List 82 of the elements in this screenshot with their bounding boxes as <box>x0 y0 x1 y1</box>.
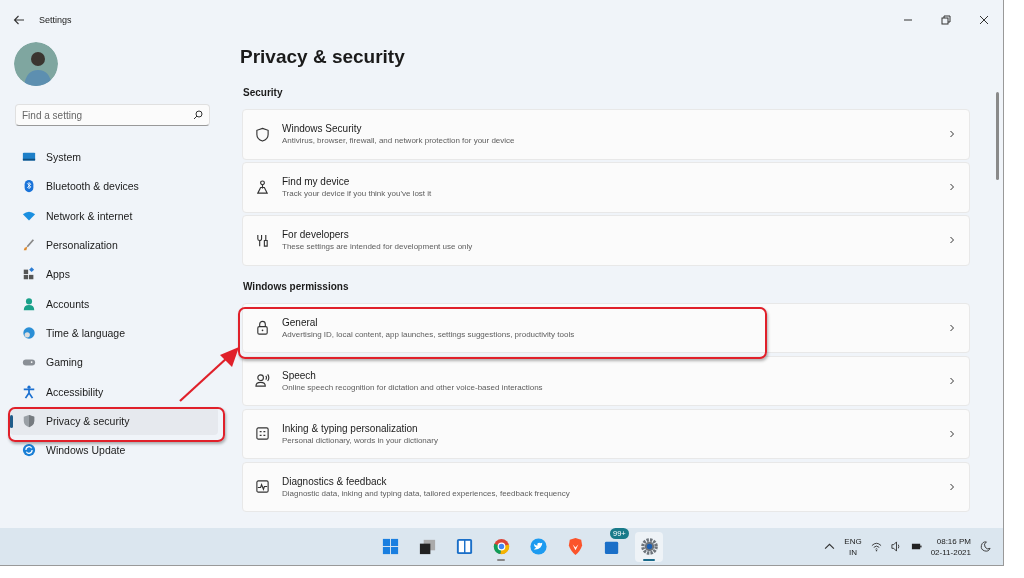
pulse-icon <box>255 479 270 495</box>
card-title: Diagnostics & feedback <box>282 475 388 487</box>
card-description: Personal dictionary, words in your dictionary <box>282 435 439 445</box>
settings-card[interactable]: Diagnostics & feedback Diagnostic data, inking and typing data, tailored experiences, feedback frequency <box>242 461 970 512</box>
wifi-icon[interactable] <box>870 541 882 552</box>
accessibility-icon <box>22 384 36 399</box>
avatar[interactable] <box>14 42 58 86</box>
card-title: Speech <box>282 369 317 381</box>
widgets-icon <box>454 537 474 556</box>
settings-card[interactable]: General Advertising ID, local content, app launches, settings suggestions, productivity tools <box>242 302 970 353</box>
chevron-up-icon[interactable] <box>824 541 836 552</box>
settings-icon <box>639 537 659 556</box>
shield-icon <box>255 126 270 142</box>
sidebar-item[interactable]: Privacy & security <box>10 406 218 435</box>
language-indicator[interactable]: ENG <box>844 536 862 546</box>
speaker-icon[interactable] <box>890 541 902 552</box>
accounts-icon <box>22 296 36 311</box>
battery-icon[interactable] <box>910 541 922 552</box>
sidebar-item[interactable]: System <box>10 143 218 172</box>
card-description: Diagnostic data, inking and typing data, tailored experiences, feedback frequency <box>282 488 571 498</box>
chevron-icon <box>948 236 956 245</box>
person-pin-icon <box>255 179 270 195</box>
settings-card[interactable]: Inking & typing personalization Personal dictionary, words in your dictionary <box>242 408 970 459</box>
card-title: Inking & typing personalization <box>282 422 419 434</box>
restore-icon[interactable] <box>941 15 951 25</box>
card-title: For developers <box>282 229 350 241</box>
sidebar-item[interactable]: Windows Update <box>10 435 218 465</box>
chrome-icon <box>491 537 511 556</box>
twitter-icon <box>528 537 548 556</box>
section-heading: Security <box>243 87 284 98</box>
close-icon[interactable] <box>979 15 989 25</box>
chevron-icon <box>948 323 956 332</box>
sidebar-item[interactable]: Bluetooth & devices <box>10 172 218 201</box>
sidebar-item[interactable]: Network & internet <box>10 201 218 230</box>
card-description: Track your device if you think you've lost it <box>282 189 433 199</box>
update-icon <box>22 443 36 458</box>
clock-date[interactable]: 02-11-2021 <box>930 547 971 557</box>
taskview-icon <box>417 537 437 556</box>
chevron-icon <box>948 183 956 192</box>
sidebar-item[interactable]: Gaming <box>10 348 218 377</box>
moon-icon[interactable] <box>980 541 991 552</box>
lock-icon <box>255 320 270 336</box>
card-title: General <box>282 316 319 328</box>
settings-card[interactable]: For developers These settings are intended for development use only <box>242 215 970 266</box>
window-title: Settings <box>39 15 72 25</box>
settings-card[interactable]: Speech Online speech recognition for dictation and other voice-based interactions <box>242 355 970 406</box>
card-description: Online speech recognition for dictation and other voice-based interactions <box>282 382 544 392</box>
start-icon <box>380 537 400 556</box>
card-description: Advertising ID, local content, app launches, settings suggestions, productivity tools <box>282 329 576 339</box>
sidebar-item[interactable]: Personalization <box>10 230 218 260</box>
search-field[interactable]: Find a setting <box>15 104 210 126</box>
sidebar-item[interactable]: Accounts <box>10 289 218 318</box>
scrollbar[interactable] <box>996 92 999 180</box>
card-title: Find my device <box>282 176 351 188</box>
brush-icon <box>22 238 36 253</box>
chevron-icon <box>948 376 956 385</box>
page-title: Privacy & security <box>240 46 406 68</box>
settings-card[interactable]: Find my device Track your device if you think you've lost it <box>242 162 970 213</box>
card-title: Windows Security <box>282 123 363 135</box>
search-icon <box>193 110 203 120</box>
chevron-icon <box>948 130 956 139</box>
apps-icon <box>22 267 36 282</box>
settings-card[interactable]: Windows Security Antivirus, browser, firewall, and network protection for your device <box>242 109 970 160</box>
sidebar-item[interactable]: Apps <box>10 260 218 289</box>
chevron-icon <box>948 429 956 438</box>
taskbar-app-button[interactable] <box>635 531 663 562</box>
time-icon <box>22 325 36 340</box>
speech-icon <box>255 373 270 389</box>
sidebar-item[interactable]: Accessibility <box>10 377 218 406</box>
tools-icon <box>255 232 270 248</box>
sidebar-item[interactable]: Time & language <box>10 318 218 348</box>
bluetooth-icon <box>22 179 36 194</box>
card-description: These settings are intended for development use only <box>282 242 474 252</box>
section-heading: Windows permissions <box>243 280 350 292</box>
dictionary-icon <box>255 426 270 442</box>
clock-time[interactable]: 08:16 PM <box>936 536 971 546</box>
privacy-icon <box>22 413 36 428</box>
annotation-arrow <box>179 347 239 402</box>
card-description: Antivirus, browser, firewall, and network protection for your device <box>282 136 516 146</box>
region-indicator[interactable]: IN <box>849 547 857 557</box>
back-icon[interactable] <box>13 14 25 26</box>
chevron-icon <box>948 482 956 491</box>
